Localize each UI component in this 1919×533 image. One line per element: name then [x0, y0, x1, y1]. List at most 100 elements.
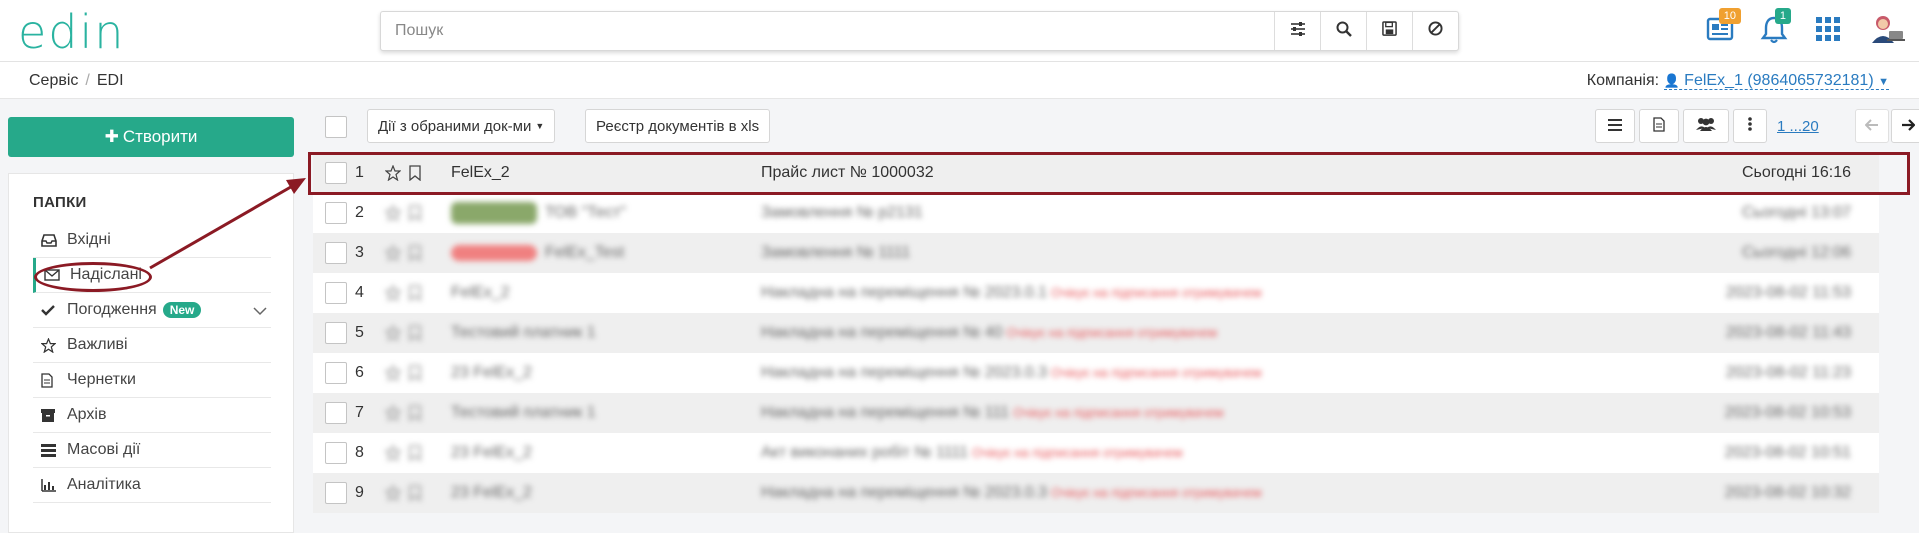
bulk-actions-label: Дії з обраними док-ми — [378, 117, 532, 135]
plus-icon: ✚ — [104, 127, 119, 146]
save-search-button[interactable] — [1366, 12, 1412, 50]
row-checkbox[interactable] — [325, 402, 347, 424]
group-view-button[interactable] — [1683, 109, 1729, 143]
breadcrumb-service[interactable]: Сервіс — [29, 72, 78, 89]
create-button-label: Створити — [122, 127, 198, 146]
bulk-actions-dropdown[interactable]: Дії з обраними док-ми ▼ — [367, 109, 556, 143]
row-number: 3 — [355, 244, 364, 261]
user-icon: 👤 — [1663, 73, 1680, 88]
bookmark-icon[interactable] — [409, 485, 421, 506]
floppy-disk-icon — [1382, 21, 1397, 41]
search-button[interactable] — [1320, 12, 1366, 50]
row-document: Накладна на переміщення № 111 Очікує на п… — [761, 404, 1224, 422]
news-button[interactable]: 10 — [1693, 8, 1747, 52]
more-options-button[interactable] — [1733, 109, 1767, 143]
star-icon[interactable] — [384, 244, 402, 266]
registry-xls-label: Реєстр документів в xls — [596, 117, 760, 135]
star-icon[interactable] — [384, 324, 402, 346]
search-icon — [1336, 21, 1352, 42]
new-badge: New — [162, 302, 202, 318]
row-checkbox[interactable] — [325, 242, 347, 264]
search-input[interactable] — [381, 12, 1274, 50]
table-row[interactable]: 2 ТОВ "Тест" Замовлення № р2131 Сьогодні… — [313, 193, 1879, 233]
breadcrumb-separator: / — [85, 72, 90, 89]
notifications-button[interactable]: 1 — [1747, 8, 1801, 52]
row-status: Очікує на підписання отримувачем — [1013, 405, 1224, 420]
bookmark-icon[interactable] — [409, 405, 421, 426]
next-page-button[interactable] — [1891, 109, 1919, 143]
bookmark-icon[interactable] — [409, 325, 421, 346]
row-number: 7 — [355, 404, 364, 421]
company-dropdown[interactable]: 👤 FelEx_1 (9864065732181) ▼ — [1663, 72, 1889, 90]
table-row[interactable]: 4 FelEx_2 Накладна на переміщення № 2023… — [313, 273, 1879, 313]
row-document-title: Накладна на переміщення № 2023.0.3 — [761, 364, 1048, 381]
bookmark-icon[interactable] — [409, 445, 421, 466]
apps-button[interactable] — [1801, 10, 1855, 52]
row-sender: 23 FelEx_2 — [451, 364, 532, 381]
sidebar-item-approval[interactable]: Погодження New — [33, 293, 271, 328]
top-icons: 10 1 — [1693, 8, 1919, 52]
bookmark-icon[interactable] — [409, 365, 421, 386]
star-icon[interactable] — [384, 204, 402, 226]
document-view-button[interactable] — [1639, 109, 1679, 143]
bookmark-icon[interactable] — [409, 245, 421, 266]
table-row[interactable]: 5 Тестовий платник 1 Накладна на переміщ… — [313, 313, 1879, 353]
row-document: Замовлення № р2131 — [761, 204, 923, 221]
company-selector: Компанія: 👤 FelEx_1 (9864065732181) ▼ — [1587, 72, 1889, 90]
star-icon[interactable] — [384, 444, 402, 466]
select-all-checkbox[interactable] — [325, 116, 347, 138]
pagination-label: 1 ...20 — [1777, 117, 1819, 135]
sidebar-item-bulk[interactable]: Масові дії — [33, 433, 271, 468]
table-row[interactable]: 7 Тестовий платник 1 Накладна на переміщ… — [313, 393, 1879, 433]
row-document: Замовлення № 1111 — [761, 244, 911, 261]
row-document: Накладна на переміщення № 40 Очікує на пі… — [761, 324, 1217, 342]
list-icon — [1608, 118, 1622, 135]
registry-xls-button[interactable]: Реєстр документів в xls — [585, 109, 771, 143]
row-checkbox[interactable] — [325, 202, 347, 224]
sidebar-item-label: Аналітика — [67, 476, 141, 493]
row-checkbox[interactable] — [325, 282, 347, 304]
annotation-circle — [34, 262, 152, 292]
row-checkbox[interactable] — [325, 442, 347, 464]
annotation-highlight-frame — [308, 152, 1910, 195]
bookmark-icon[interactable] — [409, 205, 421, 226]
row-sender: ТОВ "Тест" — [451, 202, 626, 224]
previous-page-button[interactable] — [1855, 109, 1889, 143]
star-icon[interactable] — [384, 404, 402, 426]
star-icon[interactable] — [384, 364, 402, 386]
folders-title: ПАПКИ — [33, 194, 87, 211]
company-value: FelEx_1 (9864065732181) — [1684, 72, 1874, 89]
sidebar-item-analytics[interactable]: Аналітика — [33, 468, 271, 503]
star-icon[interactable] — [384, 484, 402, 506]
profile-button[interactable] — [1855, 10, 1919, 52]
sidebar-item-important[interactable]: Важливі — [33, 328, 271, 363]
sidebar-item-archive[interactable]: Архів — [33, 398, 271, 433]
sidebar-item-inbox[interactable]: Вхідні — [33, 223, 271, 258]
row-sender: 23 FelEx_2 — [451, 484, 532, 501]
table-row[interactable]: 6 23 FelEx_2 Накладна на переміщення № 2… — [313, 353, 1879, 393]
folders-sidebar: ПАПКИ Вхідні Надіслані Погодження New Ва… — [8, 173, 294, 533]
logo[interactable]: edin — [18, 6, 125, 58]
table-row[interactable]: 3 FelEx_Test Замовлення № 1111 Сьогодні … — [313, 233, 1879, 273]
bookmark-icon[interactable] — [409, 285, 421, 306]
row-checkbox[interactable] — [325, 322, 347, 344]
table-row[interactable]: 9 23 FelEx_2 Накладна на переміщення № 2… — [313, 473, 1879, 513]
row-checkbox[interactable] — [325, 482, 347, 504]
row-number: 5 — [355, 324, 364, 341]
row-date: 2023-08-02 10:51 — [1724, 444, 1851, 461]
breadcrumb-edi[interactable]: EDI — [97, 72, 124, 89]
sidebar-item-label: Масові дії — [67, 441, 141, 458]
chevron-down-icon[interactable] — [253, 303, 267, 321]
row-document-title: Накладна на переміщення № 111 — [761, 404, 1010, 421]
clear-search-button[interactable] — [1412, 12, 1458, 50]
row-date: 2023-08-02 11:23 — [1725, 364, 1851, 381]
create-button[interactable]: ✚ Створити — [8, 117, 294, 157]
filter-settings-button[interactable] — [1274, 12, 1320, 50]
star-icon[interactable] — [384, 284, 402, 306]
row-checkbox[interactable] — [325, 362, 347, 384]
list-view-button[interactable] — [1595, 109, 1635, 143]
table-row[interactable]: 8 23 FelEx_2 Акт виконаних робіт № 1111 О… — [313, 433, 1879, 473]
pagination-range[interactable]: 1 ...20 — [1771, 109, 1825, 143]
row-status: Очікує на підписання отримувачем — [1006, 325, 1218, 340]
sidebar-item-drafts[interactable]: Чернетки — [33, 363, 271, 398]
